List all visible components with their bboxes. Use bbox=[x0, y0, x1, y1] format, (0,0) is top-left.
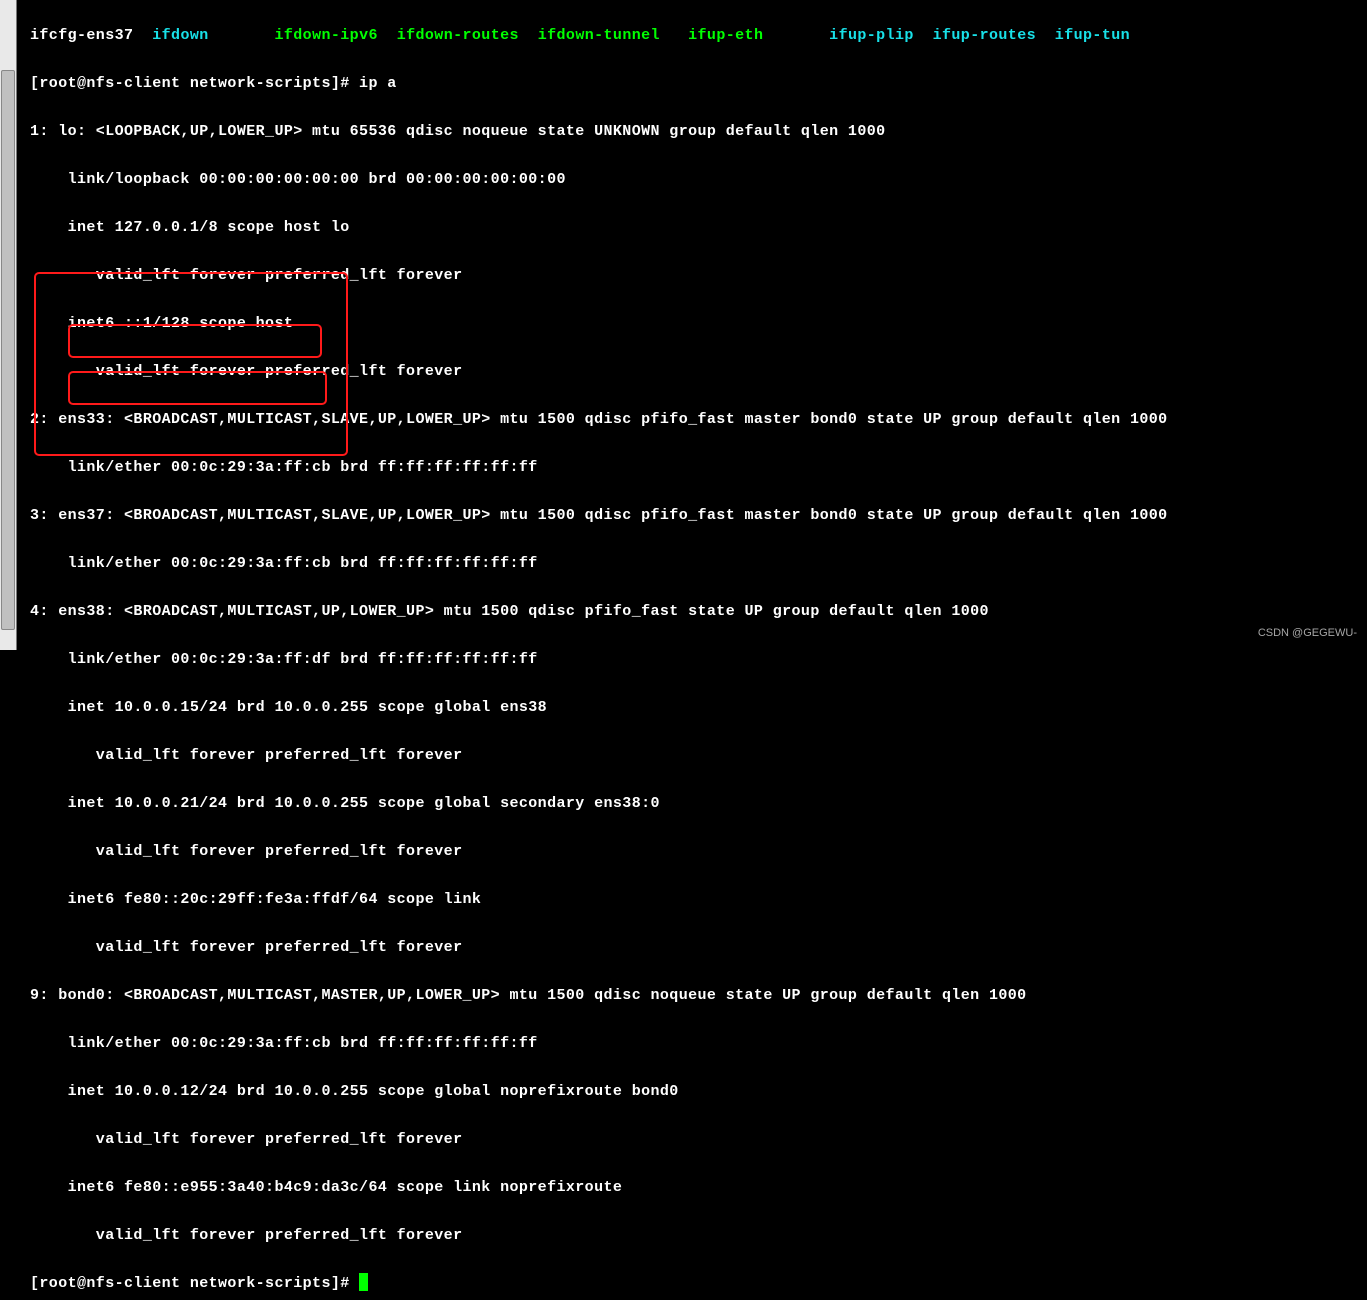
cursor bbox=[359, 1273, 368, 1291]
output-line: link/ether 00:0c:29:3a:ff:cb brd ff:ff:f… bbox=[30, 456, 1353, 480]
scrollbar-track[interactable] bbox=[0, 0, 17, 650]
ls-output-line: ifcfg-ens37 ifdown ifdown-ipv6 ifdown-ro… bbox=[30, 24, 1353, 48]
output-line: valid_lft forever preferred_lft forever bbox=[30, 936, 1353, 960]
output-line: inet 10.0.0.12/24 brd 10.0.0.255 scope g… bbox=[30, 1080, 1353, 1104]
output-line: 9: bond0: <BROADCAST,MULTICAST,MASTER,UP… bbox=[30, 984, 1353, 1008]
output-line: link/ether 00:0c:29:3a:ff:cb brd ff:ff:f… bbox=[30, 552, 1353, 576]
output-line: inet 10.0.0.15/24 brd 10.0.0.255 scope g… bbox=[30, 696, 1353, 720]
watermark: CSDN @GEGEWU- bbox=[1258, 621, 1357, 645]
output-line: valid_lft forever preferred_lft forever bbox=[30, 264, 1353, 288]
output-line: valid_lft forever preferred_lft forever bbox=[30, 360, 1353, 384]
prompt-line-2[interactable]: [root@nfs-client network-scripts]# bbox=[30, 1272, 1353, 1296]
output-line: 2: ens33: <BROADCAST,MULTICAST,SLAVE,UP,… bbox=[30, 408, 1353, 432]
output-line: link/ether 00:0c:29:3a:ff:cb brd ff:ff:f… bbox=[30, 1032, 1353, 1056]
terminal-area[interactable]: ifcfg-ens37 ifdown ifdown-ipv6 ifdown-ro… bbox=[16, 0, 1367, 1300]
output-line: inet6 fe80::20c:29ff:fe3a:ffdf/64 scope … bbox=[30, 888, 1353, 912]
output-line: 1: lo: <LOOPBACK,UP,LOWER_UP> mtu 65536 … bbox=[30, 120, 1353, 144]
scrollbar-thumb[interactable] bbox=[1, 70, 15, 630]
output-line: inet 127.0.0.1/8 scope host lo bbox=[30, 216, 1353, 240]
output-line: valid_lft forever preferred_lft forever bbox=[30, 1128, 1353, 1152]
prompt-line-1: [root@nfs-client network-scripts]# ip a bbox=[30, 72, 1353, 96]
output-line: link/ether 00:0c:29:3a:ff:df brd ff:ff:f… bbox=[30, 648, 1353, 672]
output-line: inet6 fe80::e955:3a40:b4c9:da3c/64 scope… bbox=[30, 1176, 1353, 1200]
output-line: inet6 ::1/128 scope host bbox=[30, 312, 1353, 336]
output-line: inet 10.0.0.21/24 brd 10.0.0.255 scope g… bbox=[30, 792, 1353, 816]
output-line: valid_lft forever preferred_lft forever bbox=[30, 744, 1353, 768]
output-line: valid_lft forever preferred_lft forever bbox=[30, 1224, 1353, 1248]
output-line: 3: ens37: <BROADCAST,MULTICAST,SLAVE,UP,… bbox=[30, 504, 1353, 528]
output-line: valid_lft forever preferred_lft forever bbox=[30, 840, 1353, 864]
output-line: 4: ens38: <BROADCAST,MULTICAST,UP,LOWER_… bbox=[30, 600, 1353, 624]
output-line: link/loopback 00:00:00:00:00:00 brd 00:0… bbox=[30, 168, 1353, 192]
